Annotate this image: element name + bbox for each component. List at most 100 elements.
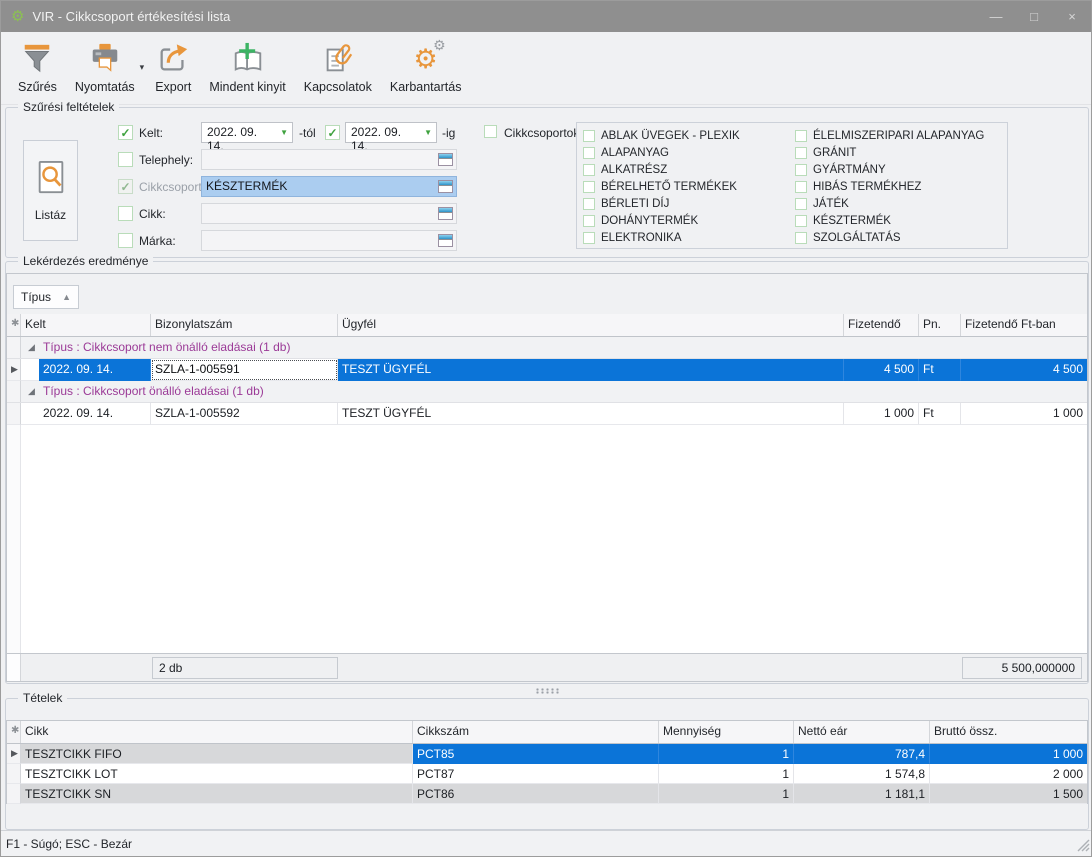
group-expand-icon[interactable]: ◢ [21, 381, 43, 402]
kelt-checkbox[interactable]: ✓ [118, 125, 133, 140]
table-row[interactable]: ▶ TESZTCIKK FIFO PCT85 1 787,4 1 000 [7, 744, 1087, 764]
group-row[interactable]: ◢ Típus : Cikkcsoport önálló eladásai (1… [7, 381, 1087, 403]
date-from-suffix: -tól [299, 122, 316, 144]
option-checkbox[interactable]: ✓ [583, 232, 595, 244]
cikkcsoportok-label: Cikkcsoportok: [504, 122, 583, 144]
column-header-mennyiseg[interactable]: Mennyiség [659, 721, 794, 743]
print-button[interactable]: Nyomtatás [66, 38, 144, 96]
expand-all-button[interactable]: Mindent kinyit [200, 38, 294, 96]
cikk-label: Cikk: [139, 203, 166, 225]
filter-button[interactable]: Szűrés [9, 38, 66, 96]
gears-icon: ⚙⚙ [408, 40, 444, 78]
telephely-field[interactable] [201, 149, 457, 170]
marka-lookup-icon[interactable] [438, 234, 453, 247]
print-dropdown-arrow-icon[interactable]: ▾ [140, 62, 145, 73]
resize-grip[interactable] [1076, 838, 1090, 855]
option-checkbox[interactable]: ✓ [795, 181, 807, 193]
cikk-lookup-icon[interactable] [438, 207, 453, 220]
column-header-pn[interactable]: Pn. [919, 314, 961, 336]
option-checkbox[interactable]: ✓ [583, 198, 595, 210]
row-indicator-icon: ▶ [7, 359, 21, 381]
cikkcsoport-option[interactable]: ✓BÉRLETI DÍJ [583, 195, 795, 212]
column-header-ugyfel[interactable]: Ügyfél [338, 314, 844, 336]
app-icon: ⚙ [11, 9, 24, 24]
column-header-fizetendo[interactable]: Fizetendő [844, 314, 919, 336]
option-checkbox[interactable]: ✓ [795, 215, 807, 227]
filter-button-label: Szűrés [18, 80, 57, 94]
option-checkbox[interactable]: ✓ [795, 147, 807, 159]
cikkcsoport-option[interactable]: ✓JÁTÉK [795, 195, 1007, 212]
group-by-tipus-button[interactable]: Típus ▲ [13, 285, 79, 309]
marka-checkbox[interactable]: ✓ [118, 233, 133, 248]
telephely-label: Telephely: [139, 149, 193, 171]
option-checkbox[interactable]: ✓ [583, 215, 595, 227]
option-checkbox[interactable]: ✓ [583, 164, 595, 176]
cikkcsoport-option[interactable]: ✓ELEKTRONIKA [583, 229, 795, 246]
option-checkbox[interactable]: ✓ [583, 147, 595, 159]
kelt-to-checkbox[interactable]: ✓ [325, 125, 340, 140]
table-row[interactable]: 2022. 09. 14. SZLA-1-005592 TESZT ÜGYFÉL… [7, 403, 1087, 425]
table-row[interactable]: TESZTCIKK SN PCT86 1 1 181,1 1 500 [7, 784, 1087, 804]
column-header-cikkszam[interactable]: Cikkszám [413, 721, 659, 743]
filter-icon [19, 40, 55, 78]
cikkcsoport-option[interactable]: ✓KÉSZTERMÉK [795, 212, 1007, 229]
close-button[interactable]: × [1053, 1, 1091, 32]
cikkcsoport-option[interactable]: ✓DOHÁNYTERMÉK [583, 212, 795, 229]
sort-asc-icon: ▲ [62, 292, 71, 302]
option-checkbox[interactable]: ✓ [795, 130, 807, 142]
column-header-bizonylatszam[interactable]: Bizonylatszám [151, 314, 338, 336]
table-row[interactable]: TESZTCIKK LOT PCT87 1 1 574,8 2 000 [7, 764, 1087, 784]
telephely-checkbox[interactable]: ✓ [118, 152, 133, 167]
row-count-summary: 2 db [152, 657, 338, 679]
cikk-checkbox[interactable]: ✓ [118, 206, 133, 221]
results-panel-title: Lekérdezés eredménye [18, 254, 153, 268]
list-button[interactable]: Listáz [23, 140, 78, 241]
connections-button[interactable]: Kapcsolatok [295, 38, 381, 96]
cikkcsoport-option[interactable]: ✓ÉLELMISZERIPARI ALAPANYAG [795, 127, 1007, 144]
cikkcsoport-field[interactable]: KÉSZTERMÉK [201, 176, 457, 197]
option-checkbox[interactable]: ✓ [795, 198, 807, 210]
option-checkbox[interactable]: ✓ [795, 164, 807, 176]
table-row[interactable]: ▶ 2022. 09. 14. SZLA-1-005591 TESZT ÜGYF… [7, 359, 1087, 381]
group-expand-icon[interactable]: ◢ [21, 337, 43, 358]
column-header-netto[interactable]: Nettó eár [794, 721, 930, 743]
kelt-label: Kelt: [139, 122, 163, 144]
column-header-kelt[interactable]: Kelt [21, 314, 151, 336]
cikkcsoport-option[interactable]: ✓BÉRELHETŐ TERMÉKEK [583, 178, 795, 195]
cikkcsoport-option[interactable]: ✓ABLAK ÜVEGEK - PLEXIK [583, 127, 795, 144]
export-button[interactable]: Export [146, 38, 200, 96]
expand-all-book-icon [230, 40, 266, 78]
cikkcsoport-option[interactable]: ✓GYÁRTMÁNY [795, 161, 1007, 178]
maximize-button[interactable]: □ [1015, 1, 1053, 32]
column-header-brutto[interactable]: Bruttó össz. [930, 721, 1087, 743]
expand-all-button-label: Mindent kinyit [209, 80, 285, 94]
date-to-combo[interactable]: 2022. 09. 14. ▼ [345, 122, 437, 143]
column-header-fizetendo-ft[interactable]: Fizetendő Ft-ban [961, 314, 1087, 336]
results-grid: Típus ▲ ✱ Kelt Bizonylatszám Ügyfél Fize… [6, 273, 1088, 682]
cikkcsoport-lookup-icon[interactable] [438, 180, 453, 193]
date-from-combo[interactable]: 2022. 09. 14. ▼ [201, 122, 293, 143]
cikkcsoport-option[interactable]: ✓GRÁNIT [795, 144, 1007, 161]
group-row[interactable]: ◢ Típus : Cikkcsoport nem önálló eladása… [7, 337, 1087, 359]
date-to-suffix: -ig [442, 122, 455, 144]
results-grid-header: ✱ Kelt Bizonylatszám Ügyfél Fizetendő Pn… [7, 314, 1087, 337]
option-checkbox[interactable]: ✓ [583, 130, 595, 142]
cikkcsoport-option[interactable]: ✓ALKATRÉSZ [583, 161, 795, 178]
date-to-dropdown-icon: ▼ [424, 129, 432, 137]
option-checkbox[interactable]: ✓ [583, 181, 595, 193]
minimize-button[interactable]: — [977, 1, 1015, 32]
cikkcsoport-option[interactable]: ✓ALAPANYAG [583, 144, 795, 161]
marka-field[interactable] [201, 230, 457, 251]
cikkcsoport-checkbox[interactable]: ✓ [118, 179, 133, 194]
panel-splitter[interactable] [1, 685, 1091, 697]
cikkcsoport-option[interactable]: ✓HIBÁS TERMÉKHEZ [795, 178, 1007, 195]
cikkcsoportok-listbox: ✓ABLAK ÜVEGEK - PLEXIK ✓ALAPANYAG ✓ALKAT… [576, 122, 1008, 249]
cikkcsoport-option[interactable]: ✓SZOLGÁLTATÁS [795, 229, 1007, 246]
column-header-cikk[interactable]: Cikk [21, 721, 413, 743]
maintenance-button[interactable]: ⚙⚙ Karbantartás [381, 38, 471, 96]
cikkcsoportok-checkbox[interactable]: ✓ [484, 125, 497, 138]
cikk-field[interactable] [201, 203, 457, 224]
telephely-lookup-icon[interactable] [438, 153, 453, 166]
option-checkbox[interactable]: ✓ [795, 232, 807, 244]
cikkcsoport-value: KÉSZTERMÉK [202, 177, 456, 196]
